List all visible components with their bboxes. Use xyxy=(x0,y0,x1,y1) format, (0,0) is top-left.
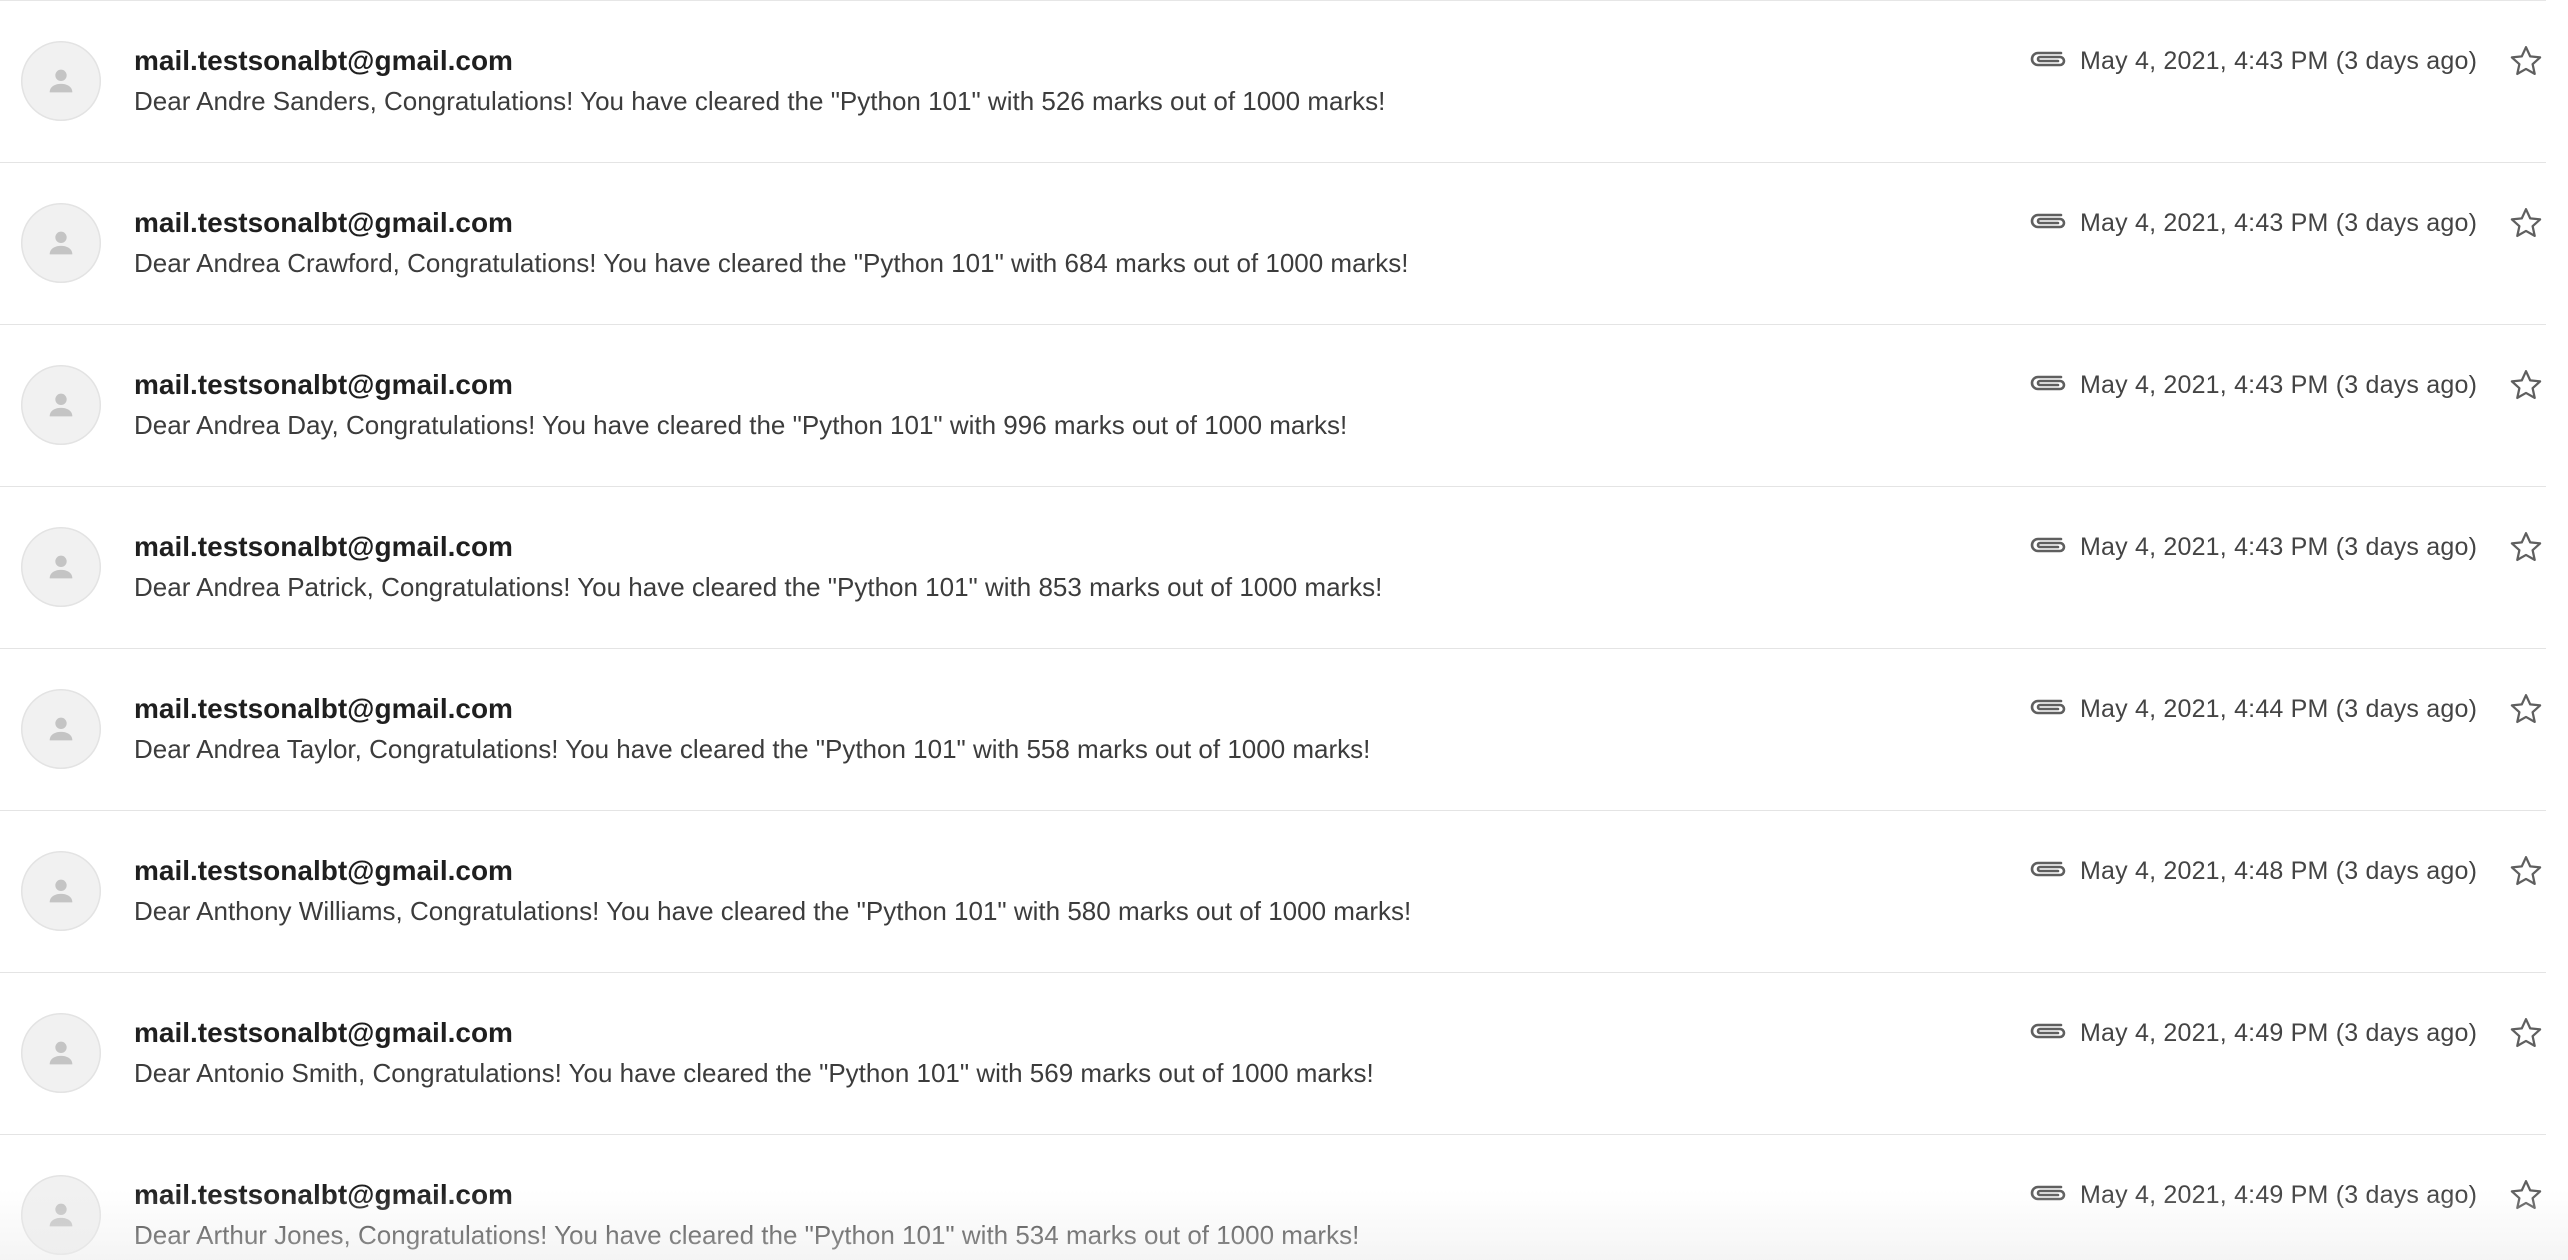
paperclip-icon xyxy=(2030,699,2066,715)
message-snippet: Dear Antonio Smith, Congratulations! You… xyxy=(134,1058,1374,1088)
star-outline-icon xyxy=(2510,1180,2542,1210)
sender-avatar xyxy=(21,41,101,121)
paperclip-icon xyxy=(2030,213,2066,229)
message-timestamp: May 4, 2021, 4:43 PM (3 days ago) xyxy=(2080,209,2478,237)
person-icon xyxy=(49,231,73,255)
email-row[interactable]: mail.testsonalbt@gmail.com Dear Anthony … xyxy=(0,811,2546,973)
email-list: mail.testsonalbt@gmail.com Dear Andre Sa… xyxy=(0,0,2568,1260)
sender-address: mail.testsonalbt@gmail.com xyxy=(134,207,513,238)
sender-avatar xyxy=(21,527,101,607)
sender-address: mail.testsonalbt@gmail.com xyxy=(134,1017,513,1048)
star-button[interactable] xyxy=(2506,1175,2546,1215)
sender-avatar xyxy=(21,689,101,769)
message-snippet: Dear Andre Sanders, Congratulations! You… xyxy=(134,86,1386,116)
star-button[interactable] xyxy=(2506,689,2546,729)
paperclip-icon xyxy=(2030,861,2066,877)
star-outline-icon xyxy=(2510,1018,2542,1048)
message-snippet: Dear Andrea Day, Congratulations! You ha… xyxy=(134,410,1348,440)
email-row[interactable]: mail.testsonalbt@gmail.com Dear Andrea C… xyxy=(0,163,2546,325)
email-row[interactable]: mail.testsonalbt@gmail.com Dear Andre Sa… xyxy=(0,1,2546,163)
star-button[interactable] xyxy=(2506,203,2546,243)
message-timestamp: May 4, 2021, 4:48 PM (3 days ago) xyxy=(2080,857,2478,885)
sender-address: mail.testsonalbt@gmail.com xyxy=(134,369,513,400)
paperclip-icon xyxy=(2030,375,2066,391)
sender-avatar xyxy=(21,1175,101,1255)
person-icon xyxy=(49,1203,73,1227)
message-snippet: Dear Andrea Taylor, Congratulations! You… xyxy=(134,734,1371,764)
message-timestamp: May 4, 2021, 4:43 PM (3 days ago) xyxy=(2080,371,2478,399)
sender-avatar xyxy=(21,203,101,283)
person-icon xyxy=(49,393,73,417)
sender-address: mail.testsonalbt@gmail.com xyxy=(134,693,513,724)
email-row[interactable]: mail.testsonalbt@gmail.com Dear Andrea P… xyxy=(0,487,2546,649)
person-icon xyxy=(49,879,73,903)
star-button[interactable] xyxy=(2506,1013,2546,1053)
email-row[interactable]: mail.testsonalbt@gmail.com Dear Arthur J… xyxy=(0,1135,2546,1260)
paperclip-icon xyxy=(2030,537,2066,553)
star-outline-icon xyxy=(2510,532,2542,562)
message-timestamp: May 4, 2021, 4:43 PM (3 days ago) xyxy=(2080,533,2478,561)
star-outline-icon xyxy=(2510,208,2542,238)
email-row[interactable]: mail.testsonalbt@gmail.com Dear Antonio … xyxy=(0,973,2546,1135)
star-button[interactable] xyxy=(2506,851,2546,891)
sender-address: mail.testsonalbt@gmail.com xyxy=(134,531,513,562)
star-button[interactable] xyxy=(2506,527,2546,567)
paperclip-icon xyxy=(2030,1185,2066,1201)
sender-avatar xyxy=(21,851,101,931)
star-button[interactable] xyxy=(2506,41,2546,81)
message-timestamp: May 4, 2021, 4:44 PM (3 days ago) xyxy=(2080,695,2478,723)
person-icon xyxy=(49,555,73,579)
paperclip-icon xyxy=(2030,51,2066,67)
sender-address: mail.testsonalbt@gmail.com xyxy=(134,855,513,886)
sender-avatar xyxy=(21,365,101,445)
sender-avatar xyxy=(21,1013,101,1093)
email-row[interactable]: mail.testsonalbt@gmail.com Dear Andrea T… xyxy=(0,649,2546,811)
message-snippet: Dear Andrea Patrick, Congratulations! Yo… xyxy=(134,572,1383,602)
star-button[interactable] xyxy=(2506,365,2546,405)
message-snippet: Dear Anthony Williams, Congratulations! … xyxy=(134,896,1412,926)
sender-address: mail.testsonalbt@gmail.com xyxy=(134,45,513,76)
person-icon xyxy=(49,1041,73,1065)
message-timestamp: May 4, 2021, 4:49 PM (3 days ago) xyxy=(2080,1181,2478,1209)
message-snippet: Dear Arthur Jones, Congratulations! You … xyxy=(134,1220,1360,1250)
message-timestamp: May 4, 2021, 4:43 PM (3 days ago) xyxy=(2080,47,2478,75)
paperclip-icon xyxy=(2030,1023,2066,1039)
sender-address: mail.testsonalbt@gmail.com xyxy=(134,1179,513,1210)
person-icon xyxy=(49,69,73,93)
star-outline-icon xyxy=(2510,694,2542,724)
star-outline-icon xyxy=(2510,856,2542,886)
email-row[interactable]: mail.testsonalbt@gmail.com Dear Andrea D… xyxy=(0,325,2546,487)
person-icon xyxy=(49,717,73,741)
message-timestamp: May 4, 2021, 4:49 PM (3 days ago) xyxy=(2080,1019,2478,1047)
star-outline-icon xyxy=(2510,46,2542,76)
star-outline-icon xyxy=(2510,370,2542,400)
message-snippet: Dear Andrea Crawford, Congratulations! Y… xyxy=(134,248,1409,278)
